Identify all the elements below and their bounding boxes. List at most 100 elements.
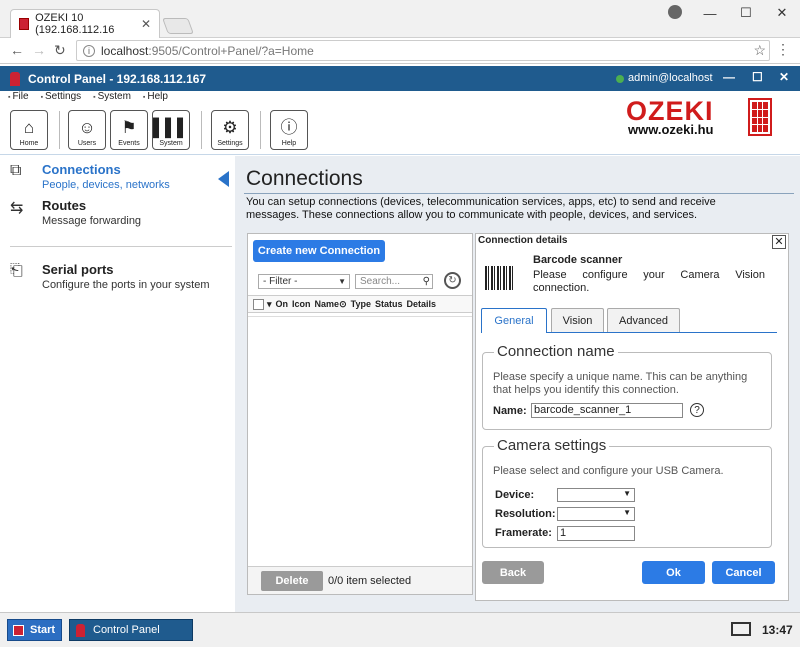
toolbar-divider (260, 111, 261, 149)
browser-menu-icon[interactable]: ⋮ (776, 41, 790, 58)
bookmark-star-icon[interactable]: ☆ (753, 42, 766, 59)
toolbar-divider (59, 111, 60, 149)
gear-icon: ⚙ (222, 118, 238, 137)
menu-system[interactable]: System (93, 91, 131, 107)
app-maximize-button[interactable]: ☐ (752, 70, 763, 84)
column-status[interactable]: Status (375, 299, 403, 309)
delete-button[interactable]: Delete (261, 571, 323, 591)
sort-caret-icon[interactable]: ▾ (267, 299, 272, 310)
tab-advanced[interactable]: Advanced (607, 308, 680, 332)
selection-count: 0/0 item selected (328, 575, 412, 587)
task-label: Control Panel (93, 624, 160, 636)
filter-select[interactable]: - Filter - ▼ (258, 274, 350, 289)
start-label: Start (30, 624, 56, 636)
connection-name-group: Connection name Please specify a unique … (482, 343, 772, 430)
search-input[interactable]: Search... ⚲ (355, 274, 433, 289)
name-field[interactable]: barcode_scanner_1 (531, 403, 683, 418)
settings-button[interactable]: ⚙ Settings (211, 110, 249, 150)
help-label: Help (281, 140, 297, 147)
menu-help[interactable]: Help (143, 91, 168, 107)
help-button[interactable]: ⓘ Help (270, 110, 308, 150)
window-maximize-button[interactable]: ☐ (728, 0, 764, 26)
tab-title: OZEKI 10 (192.168.112.16 (35, 12, 115, 36)
select-all-checkbox[interactable] (253, 298, 264, 310)
sidebar-item-serial-ports[interactable]: ⎗ Serial ports Configure the ports in yo… (10, 262, 230, 296)
resolution-label: Resolution: (495, 508, 556, 520)
users-button[interactable]: ☺ Users (68, 110, 106, 150)
column-on[interactable]: On (276, 299, 289, 309)
user-icon: ☺ (78, 118, 96, 137)
column-icon[interactable]: Icon (292, 299, 311, 309)
column-details[interactable]: Details (406, 299, 436, 309)
sidebar-item-routes[interactable]: ⇆ Routes Message forwarding (10, 198, 230, 232)
window-close-button[interactable]: ✕ (764, 0, 800, 26)
list-row-divider (248, 316, 472, 317)
back-arrow-icon[interactable]: ← (10, 42, 24, 58)
sidebar: ⧉ Connections People, devices, networks … (0, 156, 235, 612)
ok-button[interactable]: Ok (642, 561, 705, 584)
ozeki-logo: OZEKI www.ozeki.hu (626, 96, 776, 142)
resolution-select[interactable]: ▼ (557, 507, 635, 521)
refresh-icon[interactable]: ↻ (444, 272, 461, 289)
details-tabs: General Vision Advanced (481, 308, 777, 333)
app-close-button[interactable]: ✕ (779, 70, 789, 84)
column-name[interactable]: Name (315, 299, 340, 309)
sidebar-item-connections[interactable]: ⧉ Connections People, devices, networks (10, 162, 230, 196)
events-button[interactable]: ⚑ Events (110, 110, 148, 150)
menu-file[interactable]: File (8, 91, 28, 107)
bars-icon: ▌▌▌ (152, 118, 190, 137)
chevron-down-icon: ▼ (623, 489, 631, 498)
sidebar-item-subtitle: Message forwarding (42, 215, 142, 227)
site-info-icon[interactable]: i (83, 44, 95, 57)
connection-type-description: Please configure your Camera Vision conn… (533, 269, 765, 294)
system-button[interactable]: ▌▌▌ System (152, 110, 190, 150)
start-button[interactable]: Start (7, 619, 62, 641)
sidebar-item-subtitle: People, devices, networks (42, 179, 170, 191)
address-bar: ← → ↻ i localhost:9505/Control+Panel/?a=… (0, 38, 800, 64)
tab-vision[interactable]: Vision (551, 308, 604, 332)
taskbar: Start Control Panel 13:47 (0, 612, 800, 647)
close-icon[interactable]: ✕ (772, 235, 786, 249)
chevron-down-icon: ▼ (623, 508, 631, 517)
connection-name-help-text: Please specify a unique name. This can b… (493, 371, 748, 396)
start-icon (13, 624, 24, 636)
create-connection-button[interactable]: Create new Connection (253, 240, 385, 262)
reload-icon[interactable]: ↻ (54, 42, 66, 59)
active-indicator-icon (218, 171, 229, 187)
framerate-field[interactable]: 1 (557, 526, 635, 541)
column-type[interactable]: Type (351, 299, 371, 309)
url-input[interactable]: i localhost:9505/Control+Panel/?a=Home (76, 40, 770, 61)
window-minimize-button[interactable]: — (692, 0, 728, 26)
search-icon[interactable]: ⚲ (423, 275, 430, 288)
taskbar-item-control-panel[interactable]: Control Panel (69, 619, 193, 641)
events-label: Events (118, 140, 140, 147)
tab-close-icon[interactable]: ✕ (141, 17, 151, 31)
chevron-down-icon: ▼ (338, 277, 346, 286)
logo-site: www.ozeki.hu (628, 122, 714, 137)
user-name[interactable]: admin@localhost (628, 72, 713, 84)
profile-icon[interactable] (668, 5, 682, 19)
camera-settings-help-text: Please select and configure your USB Cam… (493, 465, 724, 477)
home-label: Home (19, 140, 39, 147)
sort-icon[interactable]: ⊙ (339, 299, 347, 310)
list-header: ▾ On Icon Name ⊙ Type Status Details (248, 295, 472, 313)
menu-settings[interactable]: Settings (41, 91, 81, 107)
page-description: You can setup connections (devices, tele… (246, 196, 716, 221)
toolbar-divider (201, 111, 202, 149)
app-minimize-button[interactable]: — (723, 70, 735, 84)
monitor-icon[interactable] (731, 622, 751, 636)
home-button[interactable]: ⌂ Home (10, 110, 48, 150)
connection-details-panel: Connection details ✕ Barcode scanner Ple… (475, 233, 789, 601)
browser-tab[interactable]: OZEKI 10 (192.168.112.16 ✕ (10, 9, 160, 38)
browser-titlebar: OZEKI 10 (192.168.112.16 ✕ — ☐ ✕ (0, 0, 800, 38)
help-icon[interactable]: ? (690, 403, 704, 417)
back-button[interactable]: Back (482, 561, 544, 584)
new-tab-button[interactable] (162, 18, 194, 34)
connection-name-legend: Connection name (494, 343, 618, 360)
camera-settings-group: Camera settings Please select and config… (482, 437, 772, 548)
tab-general[interactable]: General (481, 308, 547, 333)
page-title: Connections (246, 167, 363, 190)
forward-arrow-icon[interactable]: → (32, 42, 46, 58)
cancel-button[interactable]: Cancel (712, 561, 775, 584)
device-select[interactable]: ▼ (557, 488, 635, 502)
